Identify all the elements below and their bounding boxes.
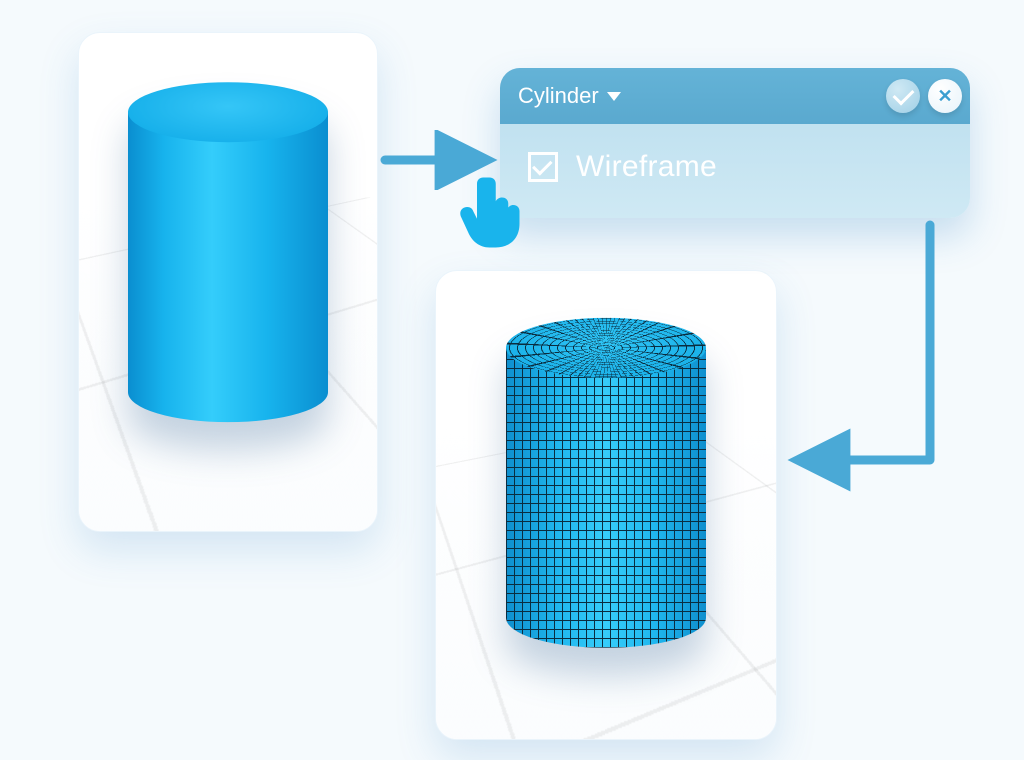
close-button[interactable] bbox=[928, 79, 962, 113]
confirm-button[interactable] bbox=[886, 79, 920, 113]
cylinder-solid-icon bbox=[128, 82, 328, 452]
viewport-panel-after bbox=[435, 270, 777, 740]
wireframe-checkbox[interactable] bbox=[528, 152, 558, 182]
popup-header[interactable]: Cylinder bbox=[500, 68, 970, 124]
object-properties-popup: Cylinder Wireframe bbox=[500, 68, 970, 218]
wireframe-label: Wireframe bbox=[576, 150, 717, 184]
arrow-before-to-popup-icon bbox=[380, 130, 500, 190]
chevron-down-icon bbox=[607, 92, 621, 101]
popup-title: Cylinder bbox=[518, 83, 599, 109]
cylinder-wireframe-icon bbox=[506, 318, 706, 678]
viewport-panel-before bbox=[78, 32, 378, 532]
popup-body: Wireframe bbox=[500, 124, 970, 218]
arrow-popup-to-after-icon bbox=[780, 220, 960, 500]
